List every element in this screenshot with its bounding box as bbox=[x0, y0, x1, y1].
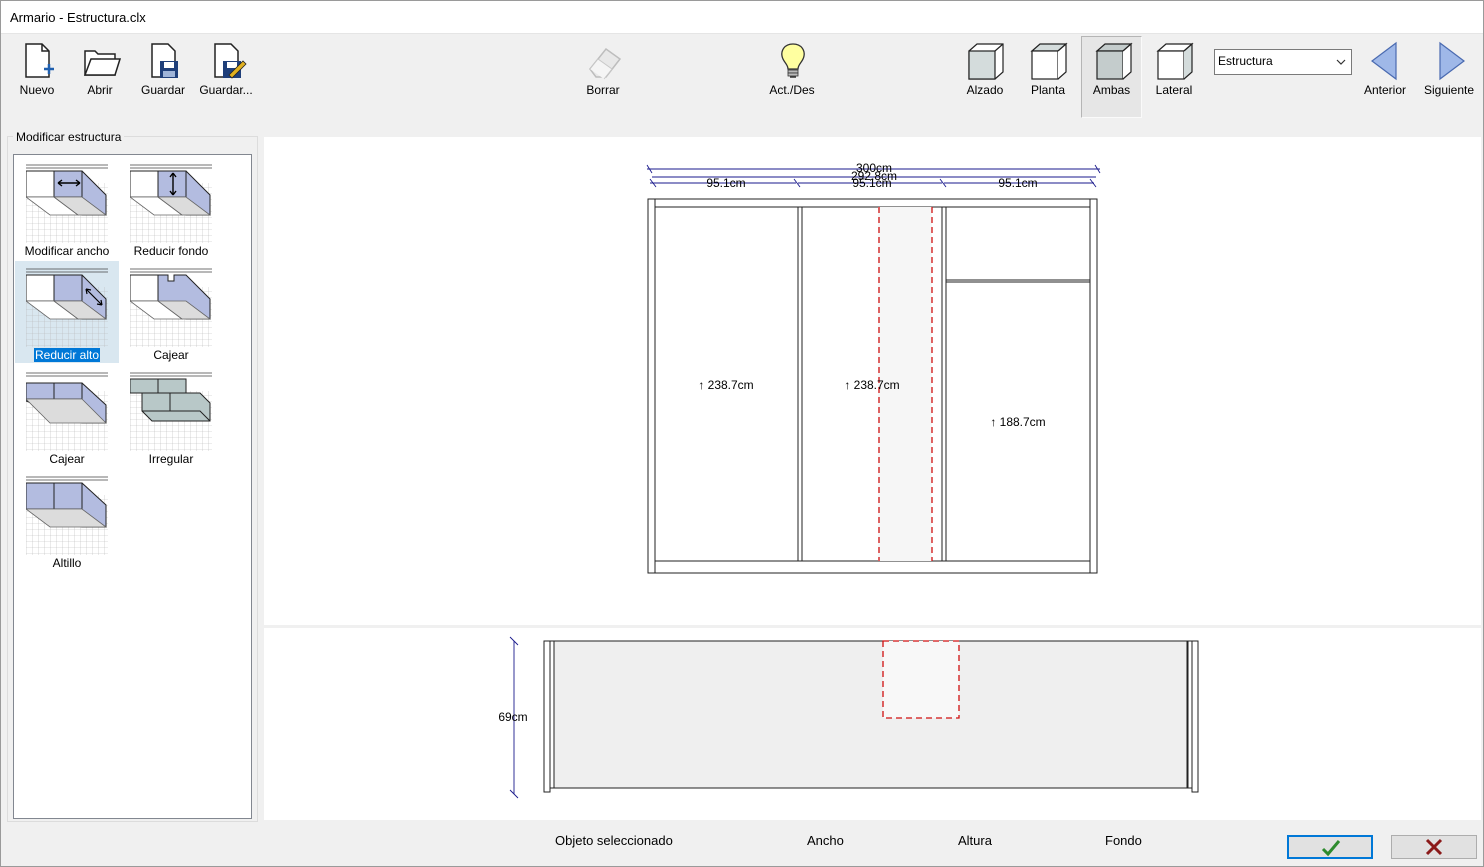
tool-reduce-height[interactable]: Reducir alto bbox=[15, 261, 119, 363]
previous-button[interactable]: Anterior bbox=[1354, 37, 1416, 117]
open-button[interactable]: Abrir bbox=[69, 37, 131, 117]
view-alzado-button[interactable]: Alzado bbox=[954, 37, 1016, 117]
toggle-button[interactable]: Act./Des bbox=[761, 37, 823, 117]
eraser-icon bbox=[589, 47, 622, 80]
view-lateral-label: Lateral bbox=[1155, 83, 1193, 97]
toolbar: Nuevo Abrir Guardar Guardar... Borrar Ac… bbox=[0, 35, 1484, 121]
tool-reduce-depth[interactable]: Reducir fondo bbox=[119, 157, 223, 259]
module-width-label: 95.1cm bbox=[852, 176, 891, 190]
tool-label: Reducir alto bbox=[33, 348, 101, 362]
save-as-button[interactable]: Guardar... bbox=[195, 37, 257, 117]
cube-both-icon bbox=[1095, 42, 1133, 80]
open-folder-icon bbox=[83, 50, 121, 76]
tool-notch-full[interactable]: Cajear bbox=[15, 365, 119, 467]
view-ambas-button[interactable]: Ambas bbox=[1081, 36, 1142, 118]
structure-select[interactable]: Estructura bbox=[1214, 49, 1352, 75]
status-bar: Objeto seleccionado Ancho Altura Fondo bbox=[0, 822, 1484, 867]
tool-loft[interactable]: Altillo bbox=[15, 469, 119, 571]
module-width-label: 95.1cm bbox=[998, 176, 1037, 190]
delete-label: Borrar bbox=[586, 83, 620, 97]
cube-side-icon bbox=[1156, 42, 1194, 80]
ok-button[interactable] bbox=[1287, 835, 1373, 859]
reduce-depth-icon bbox=[130, 164, 212, 243]
structure-select-value: Estructura bbox=[1218, 54, 1273, 68]
title-bar: Armario - Estructura.clx bbox=[0, 0, 1484, 34]
module-height-label: ↑ 188.7cm bbox=[990, 415, 1045, 429]
new-file-icon bbox=[25, 43, 54, 78]
next-button[interactable]: Siguiente bbox=[1418, 37, 1480, 117]
irregular-icon bbox=[130, 372, 212, 451]
height-label: Altura bbox=[958, 833, 992, 848]
loft-icon bbox=[26, 476, 108, 555]
tool-modify-width[interactable]: Modificar ancho bbox=[15, 157, 119, 259]
modify-width-icon bbox=[26, 164, 108, 243]
notch-full-icon bbox=[26, 372, 108, 451]
new-button[interactable]: Nuevo bbox=[6, 37, 68, 117]
modify-structure-group: Modificar estructura Modificar ancho Red… bbox=[7, 130, 258, 822]
chevron-down-icon bbox=[1336, 59, 1346, 65]
plan-view[interactable]: 69cm bbox=[264, 628, 1481, 820]
tool-label: Reducir fondo bbox=[133, 244, 209, 258]
tool-label: Modificar ancho bbox=[24, 244, 110, 258]
window-title: Armario - Estructura.clx bbox=[10, 10, 146, 25]
plan-body bbox=[553, 640, 1188, 789]
tool-label: Altillo bbox=[52, 556, 82, 570]
toggle-label: Act./Des bbox=[769, 83, 815, 97]
module-width-label: 95.1cm bbox=[706, 176, 745, 190]
modify-structure-title: Modificar estructura bbox=[13, 130, 125, 144]
cancel-button[interactable] bbox=[1391, 835, 1477, 859]
plan-drawing: 69cm bbox=[498, 636, 1199, 799]
elevation-view[interactable]: 300cm 292.8cm 95.1cm 95.1cm 95.1cm ↑ 238… bbox=[264, 137, 1481, 625]
depth-label: 69cm bbox=[498, 710, 527, 724]
next-label: Siguiente bbox=[1423, 83, 1475, 97]
lightbulb-icon bbox=[781, 43, 805, 78]
view-planta-button[interactable]: Planta bbox=[1017, 37, 1079, 117]
view-lateral-button[interactable]: Lateral bbox=[1143, 37, 1205, 117]
arrow-left-icon bbox=[1371, 41, 1397, 81]
module-height-label: ↑ 238.7cm bbox=[844, 378, 899, 392]
save-as-label: Guardar... bbox=[199, 83, 253, 97]
checkmark-icon bbox=[1321, 840, 1341, 857]
delete-button[interactable]: Borrar bbox=[572, 37, 634, 117]
tool-label: Cajear bbox=[153, 348, 189, 362]
width-label: Ancho bbox=[807, 833, 844, 848]
tool-irregular[interactable]: Irregular bbox=[119, 365, 223, 467]
tool-notch[interactable]: Cajear bbox=[119, 261, 223, 363]
notch-icon bbox=[130, 268, 212, 347]
cube-top-icon bbox=[1030, 42, 1068, 80]
arrow-right-icon bbox=[1439, 41, 1465, 81]
save-icon bbox=[151, 43, 178, 78]
save-as-icon bbox=[214, 43, 247, 79]
selected-object-label: Objeto seleccionado bbox=[555, 833, 673, 848]
depth-status-label: Fondo bbox=[1105, 833, 1142, 848]
cube-front-icon bbox=[968, 43, 1004, 80]
reduce-height-icon bbox=[26, 268, 108, 347]
elevation-drawing: 300cm 292.8cm 95.1cm 95.1cm 95.1cm ↑ 238… bbox=[646, 161, 1101, 574]
close-icon bbox=[1425, 838, 1443, 856]
tool-list[interactable]: Modificar ancho Reducir fondo Reducir al… bbox=[13, 154, 252, 819]
save-button[interactable]: Guardar bbox=[132, 37, 194, 117]
tool-label: Cajear bbox=[49, 452, 85, 466]
module-height-label: ↑ 238.7cm bbox=[698, 378, 753, 392]
tool-label: Irregular bbox=[148, 452, 194, 466]
plan-selected-zone bbox=[882, 640, 960, 719]
